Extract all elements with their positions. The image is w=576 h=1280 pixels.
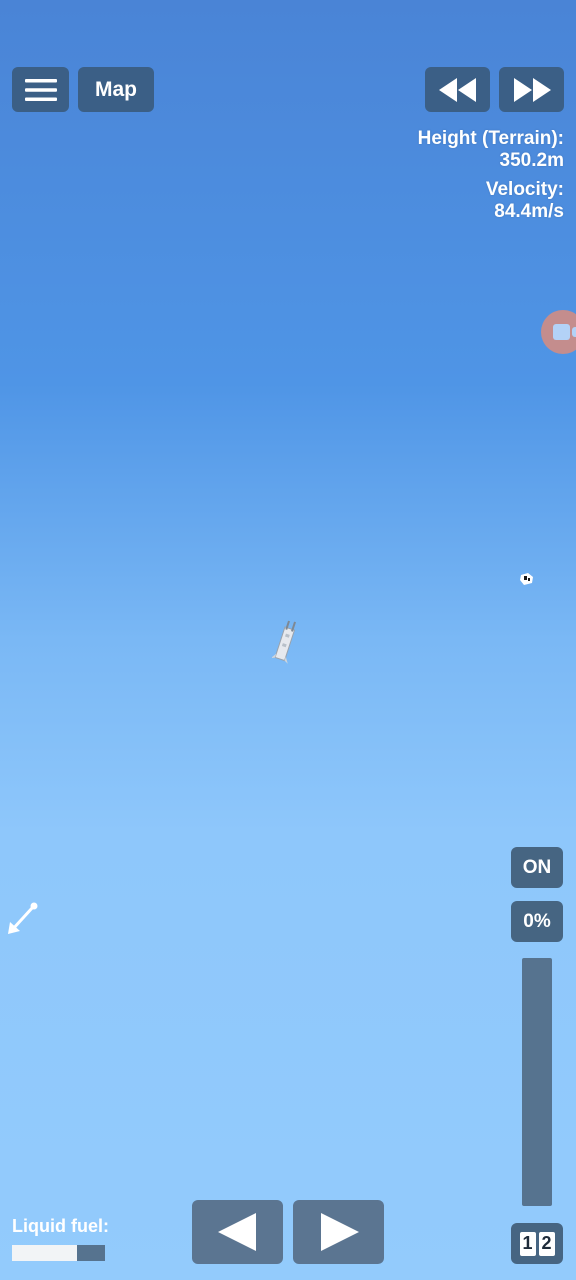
rocket-icon[interactable] [272,616,300,664]
left-triangle-icon [217,1213,256,1251]
next-stage-button[interactable] [293,1200,384,1264]
stage-digit-2: 2 [538,1231,555,1256]
rewind-icon [438,77,476,102]
height-label: Height (Terrain): [417,128,564,149]
throttle-percent-display: 0% [511,901,563,942]
target-marker-icon[interactable] [541,310,576,354]
debris-icon [520,573,533,585]
height-readout: Height (Terrain): 350.2m [418,128,564,172]
menu-button[interactable] [12,67,69,112]
stage-digit-1: 1 [519,1231,536,1256]
fast-forward-button[interactable] [499,67,564,112]
fast-forward-icon [513,77,551,102]
velocity-value: 84.4m/s [494,201,564,222]
previous-stage-button[interactable] [192,1200,283,1264]
stage-indicator[interactable]: 1 2 [511,1223,563,1264]
sas-label: ON [522,856,552,878]
map-button[interactable]: Map [78,67,154,112]
throttle-percent-label: 0% [523,910,551,932]
fuel-gauge-fill [12,1245,78,1261]
prograde-arrow-icon [8,902,38,934]
target-marker-dot [572,327,576,337]
rewind-button[interactable] [425,67,490,112]
fuel-label: Liquid fuel: [12,1216,109,1236]
fuel-gauge [12,1245,105,1261]
velocity-label: Velocity: [485,179,564,200]
sas-toggle-button[interactable]: ON [511,847,563,888]
map-button-label: Map [95,77,137,101]
height-value: 350.2m [499,150,564,171]
target-marker-body [553,324,570,340]
velocity-readout: Velocity: 84.4m/s [486,179,564,223]
hamburger-menu-icon [24,78,57,101]
throttle-slider[interactable] [522,958,552,1206]
right-triangle-icon [320,1213,359,1251]
